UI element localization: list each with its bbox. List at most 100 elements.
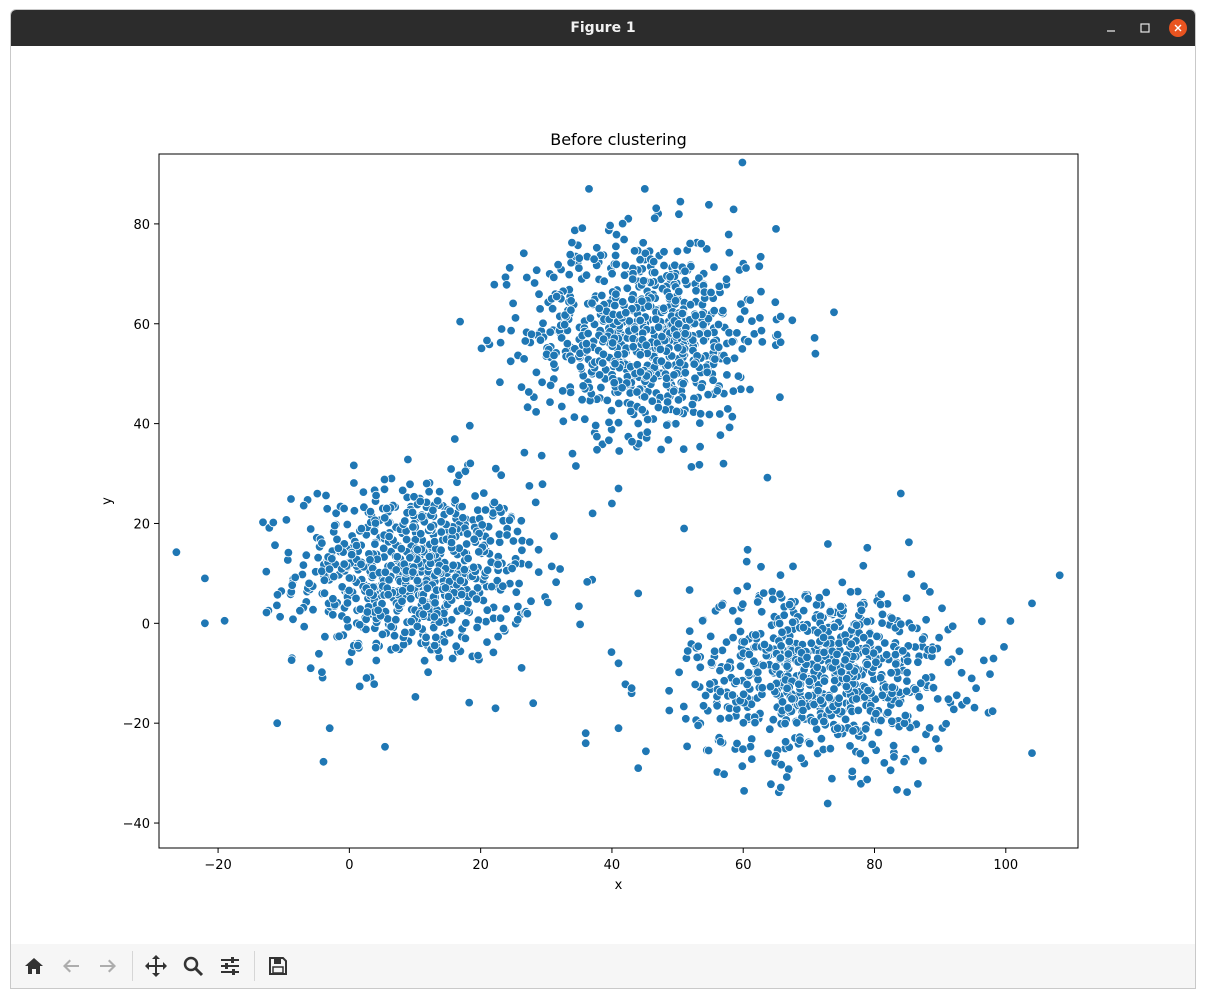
scatter-point bbox=[620, 260, 631, 271]
scatter-point bbox=[715, 430, 726, 440]
scatter-point bbox=[594, 370, 605, 380]
scatter-point bbox=[528, 698, 538, 708]
scatter-point bbox=[714, 342, 724, 352]
configure-subplots-icon[interactable] bbox=[215, 951, 245, 981]
scatter-point bbox=[424, 552, 435, 562]
scatter-point bbox=[531, 367, 542, 378]
scatter-point bbox=[755, 313, 765, 323]
scatter-point bbox=[767, 586, 778, 597]
scatter-point bbox=[914, 691, 924, 702]
scatter-point bbox=[655, 344, 666, 355]
scatter-point bbox=[356, 559, 366, 570]
scatter-point bbox=[460, 466, 471, 477]
zoom-icon[interactable] bbox=[178, 951, 208, 981]
scatter-point bbox=[578, 381, 588, 391]
scatter-point bbox=[712, 386, 723, 396]
scatter-point bbox=[369, 526, 380, 537]
scatter-point bbox=[856, 605, 867, 616]
scatter-point bbox=[418, 609, 428, 619]
scatter-point bbox=[306, 663, 316, 673]
scatter-point bbox=[566, 305, 576, 315]
scatter-point bbox=[286, 494, 296, 504]
scatter-point bbox=[735, 661, 746, 671]
scatter-point bbox=[200, 573, 210, 584]
scatter-point bbox=[407, 507, 418, 518]
scatter-point bbox=[674, 667, 684, 678]
scatter-point bbox=[383, 590, 393, 600]
scatter-point bbox=[443, 591, 454, 602]
scatter-point bbox=[489, 279, 500, 290]
scatter-point bbox=[589, 254, 599, 264]
home-icon[interactable] bbox=[19, 951, 49, 981]
scatter-point bbox=[622, 283, 633, 294]
scatter-point bbox=[371, 655, 382, 666]
scatter-point bbox=[846, 639, 857, 649]
scatter-point bbox=[673, 343, 683, 353]
scatter-point bbox=[738, 744, 748, 754]
scatter-point bbox=[371, 642, 381, 653]
window-controls bbox=[1087, 10, 1187, 46]
scatter-point bbox=[690, 311, 701, 321]
scatter-point bbox=[628, 342, 638, 352]
forward-arrow-icon[interactable] bbox=[93, 951, 123, 981]
scatter-point bbox=[742, 679, 752, 690]
scatter-plot[interactable]: −20 0 20 40 60 80 100 −40 −20 0 20 40 60 80 Before c… bbox=[11, 46, 1196, 946]
scatter-point bbox=[480, 505, 491, 515]
save-icon[interactable] bbox=[263, 951, 293, 981]
scatter-point bbox=[339, 503, 349, 514]
scatter-point bbox=[412, 621, 423, 632]
scatter-point bbox=[599, 276, 609, 286]
scatter-point bbox=[765, 724, 775, 734]
scatter-point bbox=[704, 200, 714, 210]
scatter-point bbox=[732, 586, 743, 596]
scatter-point bbox=[721, 274, 732, 284]
figure-canvas[interactable]: −20 0 20 40 60 80 100 −40 −20 0 20 40 60 80 Before c… bbox=[11, 46, 1195, 946]
scatter-point bbox=[519, 354, 529, 364]
scatter-point bbox=[531, 407, 541, 417]
scatter-point bbox=[696, 238, 706, 249]
scatter-point bbox=[508, 536, 519, 546]
scatter-point bbox=[901, 593, 912, 603]
scatter-point bbox=[397, 596, 407, 607]
scatter-point bbox=[514, 578, 524, 589]
scatter-point bbox=[796, 753, 806, 763]
scatter-point bbox=[714, 281, 725, 292]
scatter-point bbox=[628, 274, 638, 284]
scatter-point bbox=[405, 479, 415, 490]
scatter-point bbox=[871, 708, 881, 719]
y-tick-label: 20 bbox=[133, 517, 150, 532]
scatter-point bbox=[517, 545, 527, 556]
scatter-point bbox=[715, 714, 726, 724]
x-axis-ticks: −20 0 20 40 60 80 100 bbox=[204, 848, 1018, 873]
scatter-point bbox=[715, 687, 726, 697]
scatter-point bbox=[718, 305, 728, 316]
scatter-point bbox=[597, 290, 607, 301]
scatter-point bbox=[391, 643, 401, 653]
close-icon[interactable] bbox=[1169, 19, 1187, 37]
back-arrow-icon[interactable] bbox=[56, 951, 86, 981]
scatter-point bbox=[747, 734, 757, 744]
scatter-point bbox=[706, 287, 716, 298]
scatter-point bbox=[308, 605, 318, 615]
pan-icon[interactable] bbox=[141, 951, 171, 981]
minimize-icon[interactable] bbox=[1101, 18, 1121, 38]
scatter-point bbox=[829, 622, 840, 632]
scatter-point bbox=[422, 583, 433, 593]
scatter-point bbox=[619, 234, 629, 245]
scatter-point bbox=[457, 501, 467, 512]
scatter-point bbox=[803, 691, 814, 701]
scatter-point bbox=[665, 272, 675, 282]
scatter-point bbox=[549, 359, 559, 369]
scatter-point bbox=[948, 621, 958, 632]
scatter-point bbox=[738, 689, 749, 700]
scatter-point bbox=[565, 249, 575, 260]
scatter-point bbox=[928, 683, 939, 693]
maximize-icon[interactable] bbox=[1135, 18, 1155, 38]
scatter-point bbox=[581, 270, 592, 280]
scatter-point bbox=[322, 504, 332, 514]
scatter-point bbox=[689, 359, 699, 369]
title-bar[interactable]: Figure 1 bbox=[11, 10, 1195, 46]
scatter-point bbox=[532, 265, 542, 275]
scatter-point bbox=[421, 632, 431, 643]
scatter-point bbox=[637, 296, 647, 306]
